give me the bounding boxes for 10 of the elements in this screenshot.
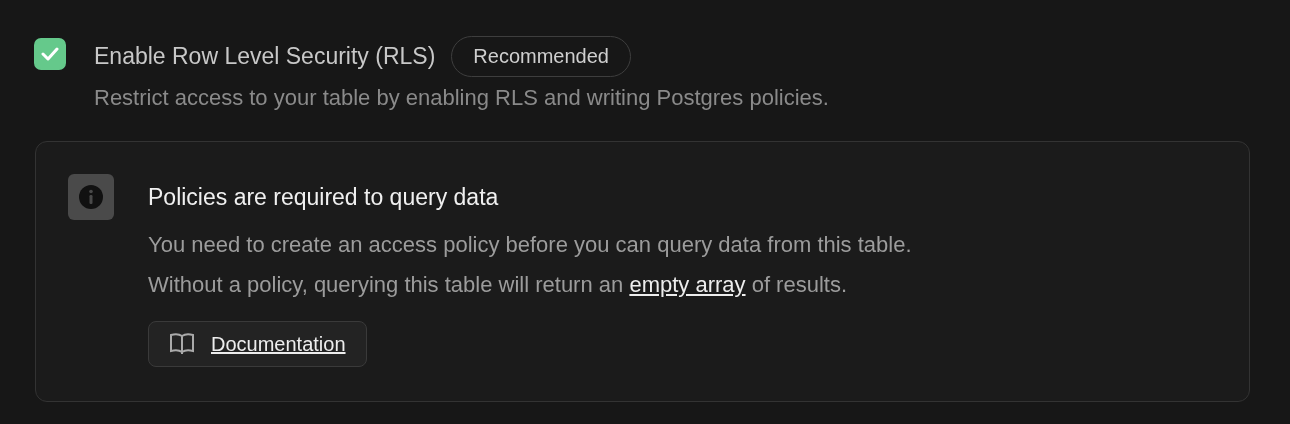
info-icon	[68, 174, 114, 220]
rls-label: Enable Row Level Security (RLS)	[94, 43, 436, 70]
documentation-button[interactable]: Documentation	[148, 321, 367, 367]
rls-checkbox[interactable]	[34, 38, 66, 70]
check-icon	[41, 47, 59, 61]
notice-text: You need to create an access policy before you can query data from this table. Without a policy, querying this table will return an empty array of results.	[148, 231, 912, 299]
rls-description: Restrict access to your table by enabling RLS and writing Postgres policies.	[94, 85, 829, 111]
book-icon	[169, 332, 195, 356]
notice-title: Policies are required to query data	[148, 184, 500, 211]
empty-array-link[interactable]: empty array	[629, 272, 746, 297]
